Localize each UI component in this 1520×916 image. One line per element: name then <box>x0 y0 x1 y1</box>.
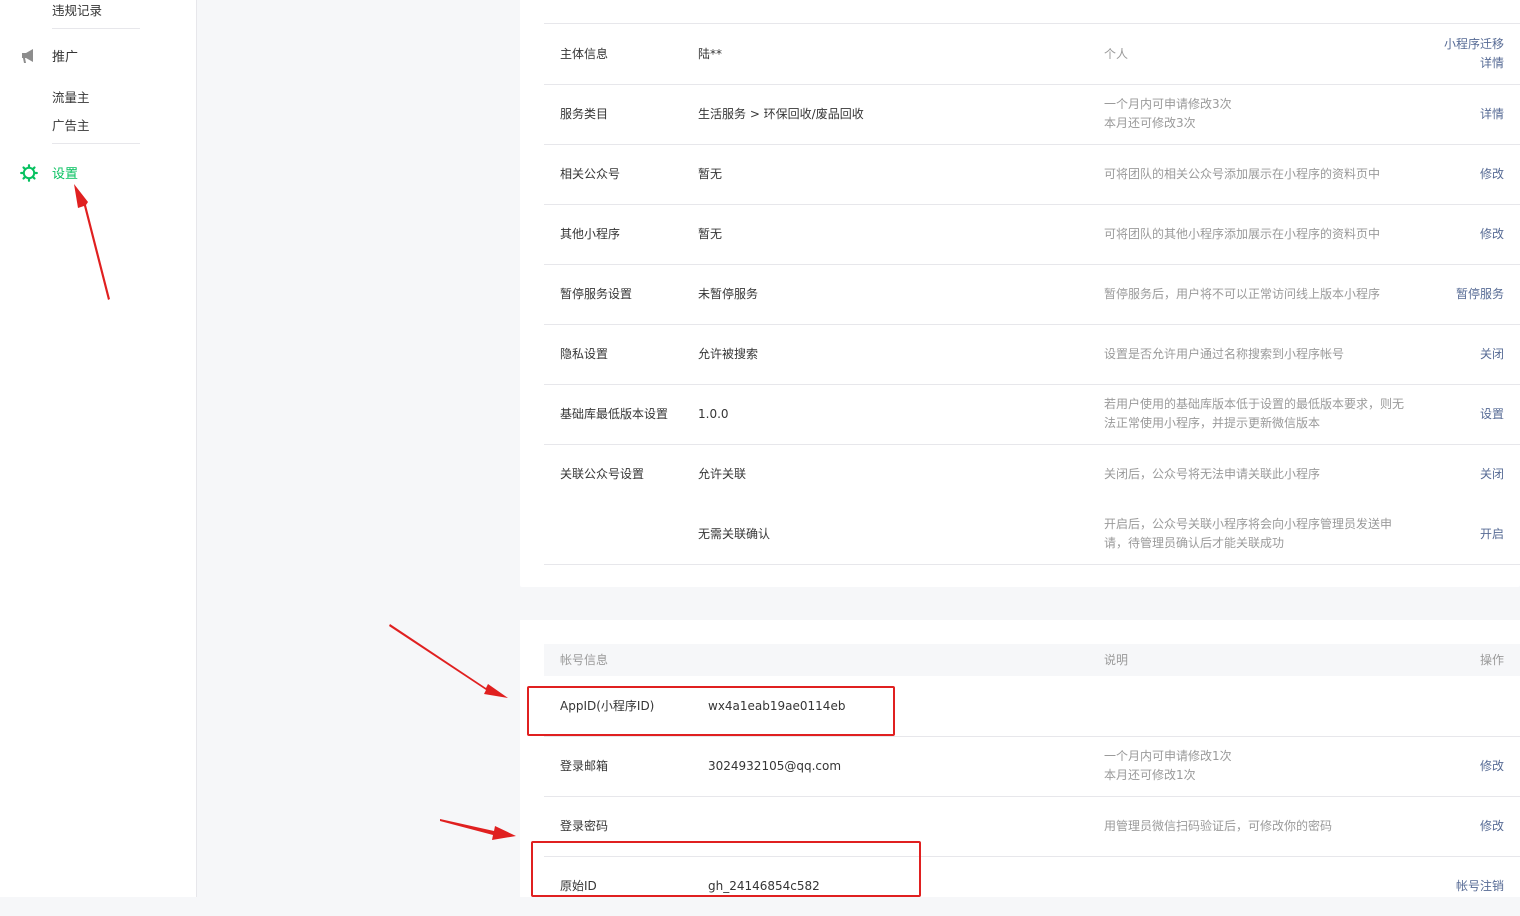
row-value: 未暂停服务 <box>698 286 759 301</box>
migrate-miniprogram-link[interactable]: 小程序迁移 <box>1444 35 1504 54</box>
row-label: 关联公众号设置 <box>560 466 645 481</box>
description-line: 一个月内可申请修改3次 <box>1104 97 1232 111</box>
row-description: 开启后，公众号关联小程序将会向小程序管理员发送申请，待管理员确认后才能关联成功 <box>1104 517 1393 550</box>
table-row: 其他小程序 暂无 可将团队的其他小程序添加展示在小程序的资料页中 修改 <box>544 204 1520 265</box>
table-row: 无需关联确认 开启后，公众号关联小程序将会向小程序管理员发送申请，待管理员确认后… <box>544 504 1520 565</box>
row-value: 陆** <box>698 46 723 61</box>
row-description: 可将团队的相关公众号添加展示在小程序的资料页中 <box>1104 166 1381 181</box>
table-row: 基础库最低版本设置 1.0.0 若用户使用的基础库版本低于设置的最低版本要求，则… <box>544 384 1520 445</box>
sidebar-divider <box>52 143 140 144</box>
table-row: 相关公众号 暂无 可将团队的相关公众号添加展示在小程序的资料页中 修改 <box>544 144 1520 205</box>
row-value: 暂无 <box>698 226 723 241</box>
row-value: 1.0.0 <box>698 406 729 421</box>
row-value: 无需关联确认 <box>698 526 771 541</box>
row-description: 个人 <box>1104 46 1129 61</box>
column-header: 帐号信息 <box>560 652 609 667</box>
row-description: 若用户使用的基础库版本低于设置的最低版本要求，则无法正常使用小程序，并提示更新微… <box>1104 397 1405 430</box>
description-line: 一个月内可申请修改1次 <box>1104 749 1232 763</box>
row-label: 基础库最低版本设置 <box>560 406 669 421</box>
row-description: 用管理员微信扫码验证后，可修改你的密码 <box>1104 818 1333 833</box>
row-label: 隐私设置 <box>560 346 609 361</box>
modify-link[interactable]: 修改 <box>1384 144 1504 204</box>
annotation-box <box>527 686 895 736</box>
table-row: 关联公众号设置 允许关联 关闭后，公众号将无法申请关联此小程序 关闭 <box>544 444 1520 504</box>
row-value: 暂无 <box>698 166 723 181</box>
sidebar-item-advertiser[interactable]: 广告主 <box>52 115 90 134</box>
column-header: 操作 <box>1479 652 1504 667</box>
sidebar-group-settings[interactable]: 设置 <box>20 163 78 182</box>
row-description: 一个月内可申请修改3次 本月还可修改3次 <box>1104 84 1409 144</box>
account-cancel-link[interactable]: 帐号注销 <box>1384 856 1504 916</box>
row-action <box>1384 676 1504 736</box>
sidebar-group-label: 推广 <box>52 50 79 65</box>
row-label: 服务类目 <box>560 106 609 121</box>
row-label: 暂停服务设置 <box>560 286 633 301</box>
sidebar-item-traffic-owner[interactable]: 流量主 <box>52 87 90 106</box>
details-link[interactable]: 详情 <box>1480 54 1504 73</box>
set-link[interactable]: 设置 <box>1384 384 1504 444</box>
row-label <box>560 504 690 564</box>
row-description: 可将团队的其他小程序添加展示在小程序的资料页中 <box>1104 226 1381 241</box>
sidebar: 违规记录 推广 流量主 广告主 设置 <box>0 0 197 897</box>
row-value: 生活服务 > 环保回收/废品回收 <box>698 106 864 121</box>
row-label: 主体信息 <box>560 46 609 61</box>
row-description: 暂停服务后，用户将不可以正常访问线上版本小程序 <box>1104 286 1381 301</box>
description-line: 本月还可修改1次 <box>1104 768 1196 782</box>
arrow-original-id <box>440 819 516 840</box>
modify-email-link[interactable]: 修改 <box>1384 736 1504 796</box>
close-link[interactable]: 关闭 <box>1384 444 1504 504</box>
enable-link[interactable]: 开启 <box>1384 504 1504 564</box>
table-row: 服务类目 生活服务 > 环保回收/废品回收 一个月内可申请修改3次 本月还可修改… <box>544 84 1520 145</box>
row-description: 一个月内可申请修改1次 本月还可修改1次 <box>1104 736 1409 796</box>
pause-service-link[interactable]: 暂停服务 <box>1384 264 1504 324</box>
basic-info-panel: 主体信息 陆** 个人 小程序迁移 详情 服务类目 生活服务 > 环保回收/废品… <box>520 0 1520 587</box>
table-row: 暂停服务设置 未暂停服务 暂停服务后，用户将不可以正常访问线上版本小程序 暂停服… <box>544 264 1520 325</box>
row-description <box>1104 856 1409 916</box>
annotation-box <box>531 841 921 897</box>
modify-link[interactable]: 修改 <box>1384 204 1504 264</box>
sidebar-divider <box>52 28 140 29</box>
gear-icon <box>20 163 38 182</box>
row-value: 允许被搜索 <box>698 346 759 361</box>
row-description <box>1104 676 1409 736</box>
table-row: 隐私设置 允许被搜索 设置是否允许用户通过名称搜索到小程序帐号 关闭 <box>544 324 1520 385</box>
table-row: 主体信息 陆** 个人 小程序迁移 详情 <box>544 24 1520 85</box>
row-label: 相关公众号 <box>560 166 621 181</box>
table-header: 帐号信息 说明 操作 <box>544 644 1520 676</box>
row-value: 允许关联 <box>698 466 747 481</box>
table-row: 登录邮箱 3024932105@qq.com 一个月内可申请修改1次 本月还可修… <box>544 736 1520 797</box>
sidebar-item-violation-records[interactable]: 违规记录 <box>52 0 102 19</box>
megaphone-icon <box>20 47 38 65</box>
column-header: 说明 <box>1104 652 1129 667</box>
row-label: 登录邮箱 <box>560 758 609 773</box>
sidebar-group-promotion[interactable]: 推广 <box>20 46 78 65</box>
login-email-value: 3024932105@qq.com <box>708 758 842 773</box>
sidebar-group-label: 设置 <box>52 167 79 182</box>
close-link[interactable]: 关闭 <box>1384 324 1504 384</box>
row-description: 设置是否允许用户通过名称搜索到小程序帐号 <box>1104 346 1345 361</box>
row-label: 其他小程序 <box>560 226 621 241</box>
details-link[interactable]: 详情 <box>1384 84 1504 144</box>
description-line: 本月还可修改3次 <box>1104 116 1196 130</box>
arrow-appid <box>389 624 508 698</box>
modify-password-link[interactable]: 修改 <box>1384 796 1504 856</box>
row-description: 关闭后，公众号将无法申请关联此小程序 <box>1104 466 1321 481</box>
row-actions: 小程序迁移 详情 <box>1384 24 1504 84</box>
